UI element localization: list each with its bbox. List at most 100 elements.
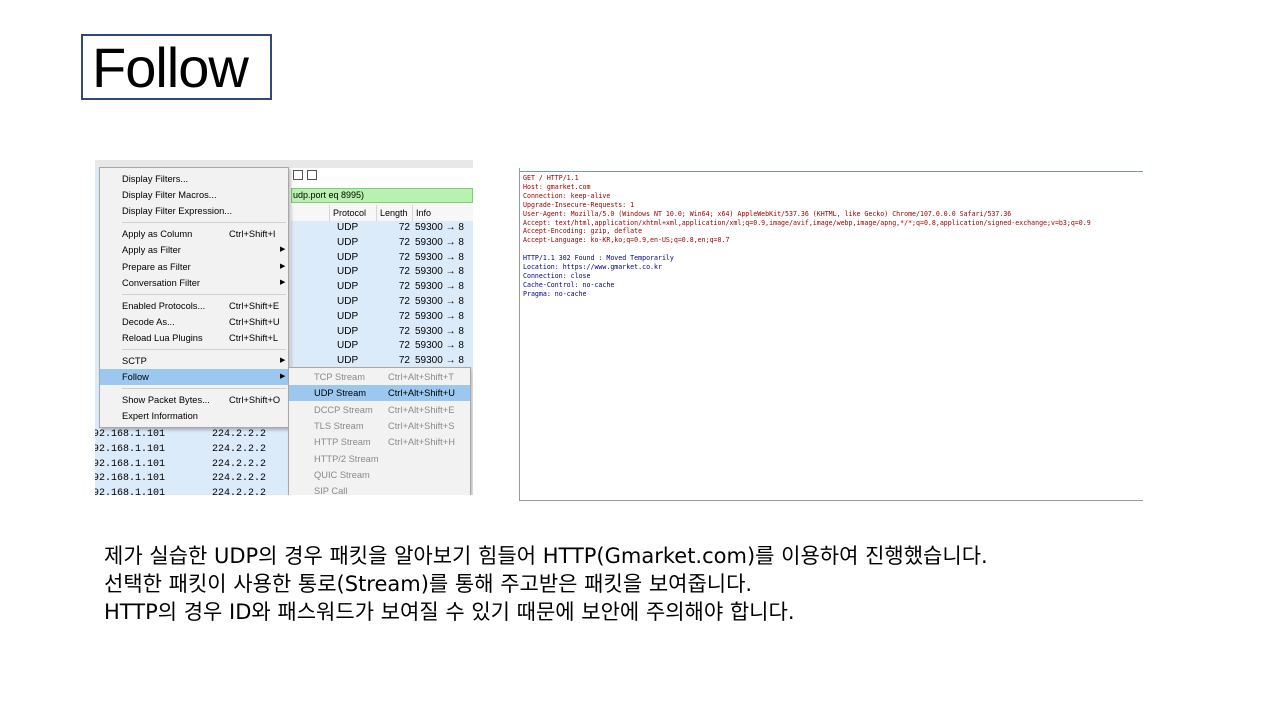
submenu-item-dccp-stream[interactable]: DCCP Stream Ctrl+Alt+Shift+E — [289, 402, 470, 418]
packet-row[interactable]: UDP 72 59300 → 8 — [291, 250, 473, 266]
packet-protocol: UDP — [337, 266, 359, 278]
submenu-item-label: TCP Stream — [314, 372, 365, 382]
packet-length: 72 — [398, 236, 410, 248]
packet-destination: 224.2.2.2 — [212, 443, 267, 455]
submenu-item-shortcut: Ctrl+Alt+Shift+S — [388, 420, 455, 431]
menu-item-label: Reload Lua Plugins — [122, 333, 203, 343]
packet-protocol: UDP — [337, 236, 359, 248]
packet-length: 72 — [398, 266, 410, 278]
menu-item-sctp[interactable]: SCTP ▶ — [100, 353, 288, 369]
menu-item-enabled-protocols[interactable]: Enabled Protocols... Ctrl+Shift+E — [100, 298, 288, 314]
menu-item-label: Show Packet Bytes... — [122, 395, 210, 405]
submenu-item-label: QUIC Stream — [314, 469, 370, 480]
stream-gap — [523, 245, 1091, 254]
packet-length: 72 — [398, 281, 410, 293]
menu-item-expert-information[interactable]: Expert Information — [100, 408, 288, 424]
packet-protocol: UDP — [337, 251, 359, 263]
submenu-item-label: UDP Stream — [314, 388, 367, 399]
packet-list-header: Protocol Length Info — [291, 205, 473, 222]
menu-item-shortcut: Ctrl+Shift+L — [229, 333, 279, 343]
packet-destination: 224.2.2.2 — [212, 429, 267, 440]
submenu-item-tls-stream[interactable]: TLS Stream Ctrl+Alt+Shift+S — [289, 418, 470, 434]
packet-list-lower: 92.168.1.101 224.2.2.2 92.168.1.101 224.2.2… — [95, 428, 291, 495]
description-line-1: 제가 실습한 UDP의 경우 패킷을 알아보기 힘들어 HTTP(Gmarket… — [104, 544, 988, 568]
menu-item-apply-as-column[interactable]: Apply as Column Ctrl+Shift+I — [100, 226, 288, 242]
stream-content: GET / HTTP/1.1 Host: gmarket.com Connectio… — [523, 174, 1091, 299]
packet-destination: 224.2.2.2 — [212, 458, 267, 470]
submenu-item-tcp-stream[interactable]: TCP Stream Ctrl+Alt+Shift+T — [289, 369, 470, 385]
packet-row[interactable]: 92.168.1.101 224.2.2.2 — [95, 442, 291, 458]
menu-item-shortcut: Ctrl+Shift+O — [229, 395, 281, 405]
packet-row[interactable]: 92.168.1.101 224.2.2.2 — [95, 487, 291, 495]
submenu-item-label: HTTP Stream — [314, 437, 371, 448]
analyze-menu: Display Filters... Display Filter Macros.… — [99, 167, 289, 428]
column-protocol[interactable]: Protocol — [329, 205, 366, 221]
follow-stream-window: GET / HTTP/1.1 Host: gmarket.com Connectio… — [519, 168, 1143, 501]
packet-protocol: UDP — [337, 325, 359, 337]
menu-item-conversation-filter[interactable]: Conversation Filter ▶ — [100, 275, 288, 291]
submenu-item-label: DCCP Stream — [314, 404, 373, 415]
packet-source: 92.168.1.101 — [95, 473, 166, 485]
packet-length: 72 — [398, 222, 410, 233]
packet-info: 59300 → 8 — [415, 266, 464, 278]
packet-row[interactable]: UDP 72 59300 → 8 — [291, 324, 473, 340]
description-line-2: 선택한 패킷이 사용한 통로(Stream)를 통해 주고받은 패킷을 보여줍니… — [104, 572, 753, 596]
menu-item-display-filters[interactable]: Display Filters... — [100, 171, 288, 187]
menu-item-reload-lua-plugins[interactable]: Reload Lua Plugins Ctrl+Shift+L — [100, 330, 288, 346]
submenu-item-sip-call[interactable]: SIP Call — [289, 483, 470, 495]
column-length[interactable]: Length — [376, 205, 408, 221]
packet-list: UDP 72 59300 → 8 UDP 72 59300 → 8 UDP 72 59300 →… — [291, 221, 473, 369]
packet-protocol: UDP — [337, 222, 359, 233]
submenu-item-label: HTTP/2 Stream — [314, 453, 379, 464]
packet-protocol: UDP — [337, 310, 359, 322]
packet-source: 92.168.1.101 — [95, 488, 166, 495]
display-filter-input[interactable]: udp.port eq 8995) — [291, 188, 473, 203]
menu-item-display-filter-macros[interactable]: Display Filter Macros... — [100, 187, 288, 203]
menu-item-prepare-as-filter[interactable]: Prepare as Filter ▶ — [100, 259, 288, 275]
packet-row[interactable]: UDP 72 59300 → 8 — [291, 309, 473, 325]
packet-row[interactable]: 92.168.1.101 224.2.2.2 — [95, 457, 291, 473]
follow-submenu: TCP Stream Ctrl+Alt+Shift+T UDP Stream Ctrl… — [288, 367, 471, 495]
submenu-arrow-icon: ▶ — [280, 357, 286, 364]
packet-row[interactable]: UDP 72 59300 → 8 — [291, 221, 473, 236]
packet-source: 92.168.1.101 — [95, 443, 166, 455]
menu-item-apply-as-filter[interactable]: Apply as Filter ▶ — [100, 242, 288, 258]
menu-item-show-packet-bytes[interactable]: Show Packet Bytes... Ctrl+Shift+O — [100, 392, 288, 408]
http-request-line: Host: gmarket.com — [523, 182, 591, 191]
packet-row[interactable]: UDP 72 59300 → 8 — [291, 294, 473, 310]
menu-item-label: Display Filters... — [122, 174, 189, 184]
packet-info: 59300 → 8 — [415, 236, 464, 248]
http-response-line: Pragma: no-cache — [523, 289, 587, 298]
http-response-line: Connection: close — [523, 271, 591, 280]
menu-item-display-filter-expression[interactable]: Display Filter Expression... — [100, 203, 288, 219]
menu-item-shortcut: Ctrl+Shift+I — [229, 229, 276, 239]
window-top-border — [520, 171, 1143, 172]
column-info[interactable]: Info — [412, 205, 431, 221]
submenu-item-http-2-stream[interactable]: HTTP/2 Stream — [289, 451, 470, 467]
submenu-item-http-stream[interactable]: HTTP Stream Ctrl+Alt+Shift+H — [289, 434, 470, 450]
packet-row[interactable]: UDP 72 59300 → 8 — [291, 235, 473, 251]
http-request-line: Accept-Language: ko-KR,ko;q=0.9,en-US;q=… — [523, 236, 730, 245]
packet-row[interactable]: UDP 72 59300 → 8 — [291, 280, 473, 295]
packet-source: 92.168.1.101 — [95, 429, 166, 440]
packet-row[interactable]: 92.168.1.101 224.2.2.2 — [95, 472, 291, 488]
submenu-item-shortcut: Ctrl+Alt+Shift+E — [388, 404, 455, 415]
packet-destination: 224.2.2.2 — [212, 488, 267, 495]
packet-row[interactable]: UDP 72 59300 → 8 — [291, 265, 473, 281]
toolbar-icon[interactable] — [307, 170, 317, 180]
menu-separator — [122, 294, 286, 295]
menu-item-label: Decode As... — [122, 317, 175, 327]
menu-item-shortcut: Ctrl+Shift+E — [229, 301, 280, 311]
submenu-arrow-icon: ▶ — [280, 263, 286, 270]
submenu-item-udp-stream[interactable]: UDP Stream Ctrl+Alt+Shift+U — [289, 385, 470, 402]
packet-row[interactable]: UDP 72 59300 → 8 — [291, 339, 473, 355]
packet-row[interactable]: 92.168.1.101 224.2.2.2 — [95, 428, 291, 443]
menu-item-decode-as[interactable]: Decode As... Ctrl+Shift+U — [100, 314, 288, 330]
packet-protocol: UDP — [337, 340, 359, 352]
toolbar-icon[interactable] — [293, 170, 303, 180]
packet-length: 72 — [398, 251, 410, 263]
submenu-item-quic-stream[interactable]: QUIC Stream — [289, 467, 470, 483]
menu-item-follow[interactable]: Follow ▶ — [100, 369, 288, 385]
packet-info: 59300 → 8 — [415, 325, 464, 337]
description-line-3: HTTP의 경우 ID와 패스워드가 보여질 수 있기 때문에 보안에 주의해야… — [104, 600, 795, 624]
